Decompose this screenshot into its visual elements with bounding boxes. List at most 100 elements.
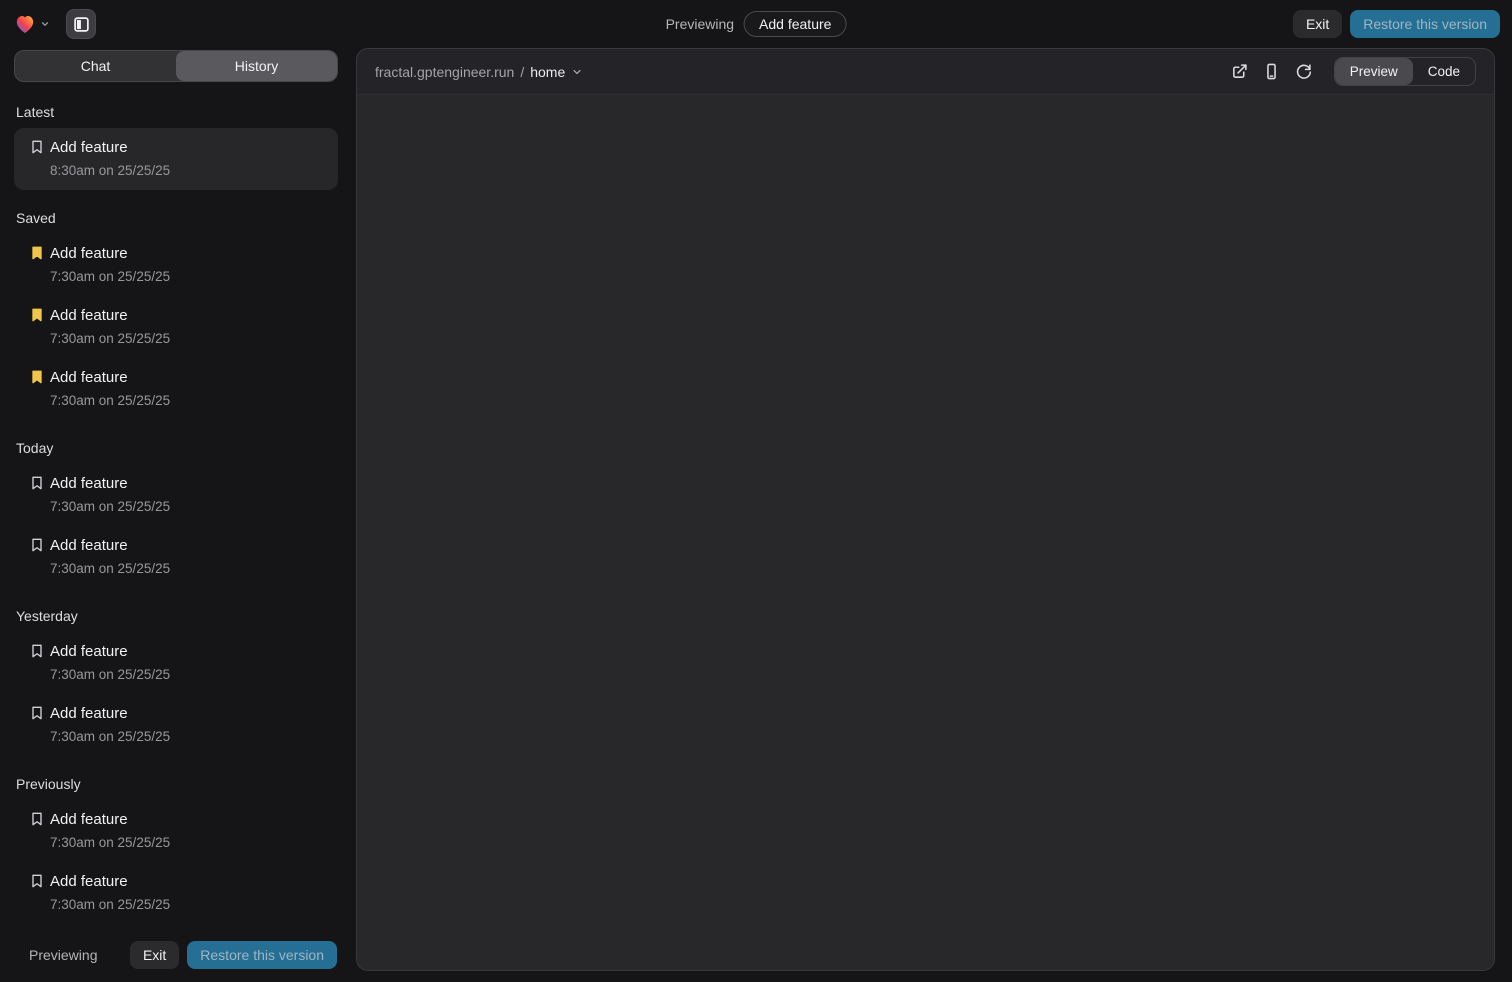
history-section: Today Add feature 7:30am on 25/25/25 Add…: [14, 440, 338, 588]
item-title: Add feature: [50, 366, 170, 389]
history-item[interactable]: Add feature 7:30am on 25/25/25: [14, 800, 338, 862]
item-time: 7:30am on 25/25/25: [50, 265, 170, 288]
section-items: Add feature 7:30am on 25/25/25 Add featu…: [14, 234, 338, 420]
item-title: Add feature: [50, 242, 170, 265]
bookmark-icon[interactable]: [29, 307, 45, 323]
section-items: Add feature 7:30am on 25/25/25 Add featu…: [14, 464, 338, 588]
history-section: Yesterday Add feature 7:30am on 25/25/25…: [14, 608, 338, 756]
history-item-text: Add feature 7:30am on 25/25/25: [50, 366, 170, 412]
history-item-text: Add feature 7:30am on 25/25/25: [50, 640, 170, 686]
section-items: Add feature 7:30am on 25/25/25 Add featu…: [14, 632, 338, 756]
item-title: Add feature: [50, 808, 170, 831]
history-item[interactable]: Add feature 7:30am on 25/25/25: [14, 632, 338, 694]
item-time: 7:30am on 25/25/25: [50, 327, 170, 350]
item-title: Add feature: [50, 304, 170, 327]
section-title: Previously: [16, 776, 338, 792]
bookmark-icon[interactable]: [29, 475, 45, 491]
history-item-text: Add feature 7:30am on 25/25/25: [50, 242, 170, 288]
external-link-icon: [1231, 63, 1248, 80]
history-item[interactable]: Add feature 7:30am on 25/25/25: [14, 862, 338, 924]
history-item[interactable]: Add feature 7:30am on 25/25/25: [14, 526, 338, 588]
item-time: 7:30am on 25/25/25: [50, 893, 170, 916]
view-mode-toggle: Preview Code: [1334, 57, 1476, 87]
history-section: Latest Add feature 8:30am on 25/25/25: [14, 104, 338, 190]
bookmark-icon[interactable]: [29, 811, 45, 827]
history-item-text: Add feature 7:30am on 25/25/25: [50, 870, 170, 916]
history-item-text: Add feature 8:30am on 25/25/25: [50, 136, 170, 182]
tab-history[interactable]: History: [176, 51, 337, 81]
history-item[interactable]: Add feature 7:30am on 25/25/25: [14, 234, 338, 296]
item-time: 7:30am on 25/25/25: [50, 725, 170, 748]
chevron-down-icon: [40, 19, 50, 29]
item-time: 7:30am on 25/25/25: [50, 663, 170, 686]
preview-iframe[interactable]: [357, 95, 1494, 970]
section-items: Add feature 8:30am on 25/25/25: [14, 128, 338, 190]
bookmark-icon[interactable]: [29, 705, 45, 721]
item-time: 8:30am on 25/25/25: [50, 159, 170, 182]
version-badge: Add feature: [744, 11, 846, 37]
tab-preview[interactable]: Preview: [1335, 58, 1413, 86]
preview-toolbar: fractal.gptengineer.run / home: [357, 49, 1494, 95]
bookmark-icon[interactable]: [29, 245, 45, 261]
previewing-label: Previewing: [29, 947, 97, 963]
history-section: Saved Add feature 7:30am on 25/25/25 Add…: [14, 210, 338, 420]
section-title: Today: [16, 440, 338, 456]
history-item-text: Add feature 7:30am on 25/25/25: [50, 808, 170, 854]
item-title: Add feature: [50, 534, 170, 557]
tab-chat[interactable]: Chat: [15, 51, 176, 81]
section-title: Yesterday: [16, 608, 338, 624]
history-item[interactable]: Add feature 7:30am on 25/25/25: [14, 694, 338, 756]
restore-version-button[interactable]: Restore this version: [1350, 10, 1500, 38]
chevron-down-icon: [571, 66, 583, 78]
sidebar-tab-bar: Chat History: [14, 50, 338, 82]
heart-logo-icon: [14, 14, 36, 34]
sidebar-footer: Previewing Exit Restore this version: [14, 932, 338, 982]
item-time: 7:30am on 25/25/25: [50, 495, 170, 518]
history-item[interactable]: Add feature 7:30am on 25/25/25: [14, 296, 338, 358]
open-external-button[interactable]: [1226, 58, 1254, 86]
url-page-selector[interactable]: fractal.gptengineer.run / home: [375, 64, 583, 80]
history-item[interactable]: Add feature 7:30am on 25/25/25: [14, 358, 338, 420]
preview-panel: fractal.gptengineer.run / home: [356, 48, 1495, 971]
lovable-logo-menu[interactable]: [12, 12, 52, 36]
section-title: Saved: [16, 210, 338, 226]
bookmark-icon[interactable]: [29, 873, 45, 889]
item-title: Add feature: [50, 472, 170, 495]
url-page: home: [530, 64, 565, 80]
top-header: Previewing Add feature Exit Restore this…: [0, 0, 1512, 48]
mobile-icon: [1263, 63, 1280, 80]
item-time: 7:30am on 25/25/25: [50, 557, 170, 580]
bookmark-icon[interactable]: [29, 139, 45, 155]
history-item[interactable]: Add feature 8:30am on 25/25/25: [14, 128, 338, 190]
history-item-text: Add feature 7:30am on 25/25/25: [50, 472, 170, 518]
item-time: 7:30am on 25/25/25: [50, 389, 170, 412]
exit-button[interactable]: Exit: [130, 941, 179, 969]
history-item[interactable]: Add feature 7:30am on 25/25/25: [14, 464, 338, 526]
refresh-button[interactable]: [1290, 58, 1318, 86]
bookmark-icon[interactable]: [29, 643, 45, 659]
restore-version-button[interactable]: Restore this version: [187, 941, 337, 969]
bookmark-icon[interactable]: [29, 537, 45, 553]
previewing-label: Previewing: [666, 16, 734, 32]
mobile-view-button[interactable]: [1258, 58, 1286, 86]
item-title: Add feature: [50, 702, 170, 725]
bookmark-icon[interactable]: [29, 369, 45, 385]
item-title: Add feature: [50, 640, 170, 663]
section-items: Add feature 7:30am on 25/25/25 Add featu…: [14, 800, 338, 924]
history-item-text: Add feature 7:30am on 25/25/25: [50, 534, 170, 580]
history-item-text: Add feature 7:30am on 25/25/25: [50, 702, 170, 748]
url-separator: /: [520, 64, 524, 80]
history-item-text: Add feature 7:30am on 25/25/25: [50, 304, 170, 350]
history-sidebar: Chat History Latest Add feature 8:30am o…: [0, 48, 356, 982]
refresh-icon: [1295, 63, 1312, 80]
sidebar-toggle-button[interactable]: [66, 9, 96, 39]
item-time: 7:30am on 25/25/25: [50, 831, 170, 854]
url-host: fractal.gptengineer.run: [375, 64, 514, 80]
exit-button[interactable]: Exit: [1293, 10, 1342, 38]
tab-code[interactable]: Code: [1413, 58, 1475, 86]
item-title: Add feature: [50, 870, 170, 893]
item-title: Add feature: [50, 136, 170, 159]
history-section: Previously Add feature 7:30am on 25/25/2…: [14, 776, 338, 924]
panel-left-icon: [73, 16, 90, 33]
history-list: Latest Add feature 8:30am on 25/25/25 Sa…: [14, 82, 338, 932]
